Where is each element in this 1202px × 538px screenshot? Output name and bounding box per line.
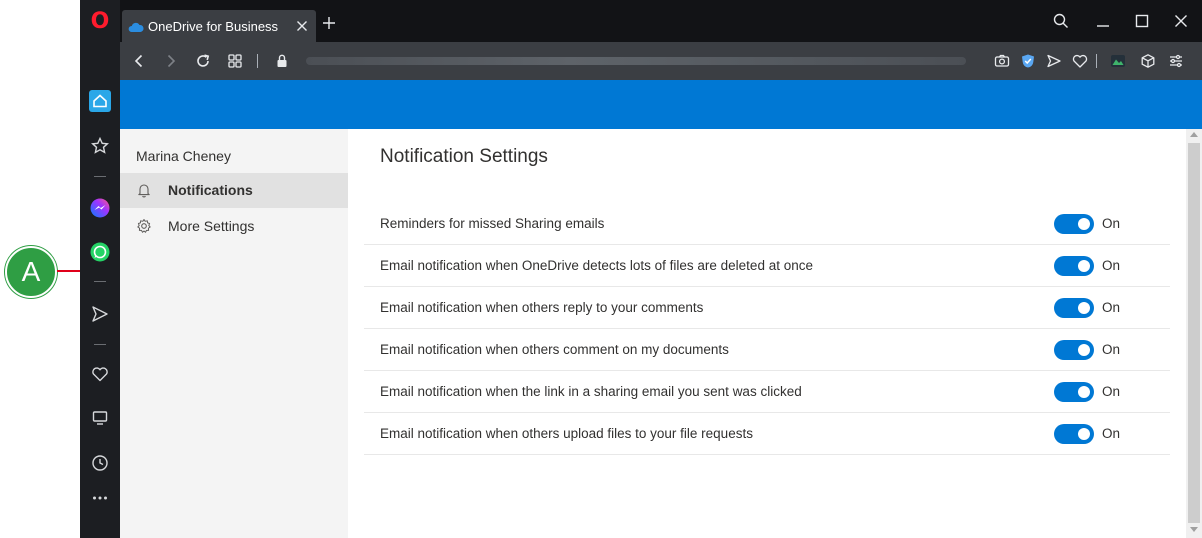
send-to-flow-icon[interactable] — [1046, 53, 1062, 69]
back-icon[interactable] — [130, 52, 148, 70]
extension-mountain-icon[interactable] — [1110, 53, 1126, 69]
onedrive-cloud-icon — [128, 20, 144, 38]
opera-sidebar: O — [80, 0, 120, 538]
lock-icon[interactable] — [273, 52, 291, 70]
screenshot-root: A O OneDrive for Business Marina Cheney … — [0, 0, 1202, 538]
toggle-switch[interactable] — [1054, 256, 1094, 276]
toggle-knob — [1078, 260, 1090, 272]
scroll-down-arrow-icon[interactable] — [1190, 527, 1198, 532]
setting-row-files-deleted: Email notification when OneDrive detects… — [364, 245, 1170, 287]
page-title: Notification Settings — [380, 146, 548, 167]
setting-label: Reminders for missed Sharing emails — [380, 216, 605, 231]
toggle-knob — [1078, 218, 1090, 230]
tab-onedrive[interactable]: OneDrive for Business — [122, 10, 316, 42]
toggle-switch[interactable] — [1054, 214, 1094, 234]
setting-label: Email notification when OneDrive detects… — [380, 258, 813, 273]
setting-label: Email notification when others reply to … — [380, 300, 704, 315]
setting-label: Email notification when others upload fi… — [380, 426, 753, 441]
tab-title: OneDrive for Business — [148, 19, 279, 34]
settings-nav-notifications[interactable]: Notifications — [120, 173, 348, 208]
settings-nav-more-settings[interactable]: More Settings — [120, 209, 348, 244]
settings-nav-label: Notifications — [168, 182, 253, 198]
new-tab-plus-icon[interactable] — [322, 16, 336, 30]
onedrive-header-banner — [120, 80, 1202, 129]
callout-badge-a: A — [5, 246, 57, 298]
setting-label: Email notification when others comment o… — [380, 342, 729, 357]
bell-icon — [136, 182, 152, 198]
settings-nav-label: More Settings — [168, 218, 255, 234]
easy-setup-sliders-icon[interactable] — [1168, 53, 1184, 69]
toggle-switch[interactable] — [1054, 340, 1094, 360]
forward-icon[interactable] — [162, 52, 180, 70]
toggle-switch[interactable] — [1054, 382, 1094, 402]
sidebar-separator — [94, 281, 106, 282]
extensions-cube-icon[interactable] — [1140, 53, 1156, 69]
toggle-knob — [1078, 386, 1090, 398]
toggle-knob — [1078, 302, 1090, 314]
toggle-state-label: On — [1102, 216, 1121, 231]
toggle-knob — [1078, 344, 1090, 356]
sidebar-separator — [94, 176, 106, 177]
sidebar-separator — [94, 344, 106, 345]
whatsapp-icon[interactable] — [88, 240, 112, 264]
close-window-icon[interactable] — [1172, 12, 1190, 30]
toggle-state-label: On — [1102, 342, 1121, 357]
maximize-icon[interactable] — [1133, 12, 1151, 30]
setting-row-reply-comments: Email notification when others reply to … — [364, 287, 1170, 329]
search-icon[interactable] — [1052, 12, 1070, 30]
home-icon[interactable] — [88, 89, 112, 113]
camera-snapshot-icon[interactable] — [994, 53, 1010, 69]
settings-nav-panel: Marina Cheney Notifications More Setting… — [120, 129, 348, 538]
setting-row-link-clicked: Email notification when the link in a sh… — [364, 371, 1170, 413]
toggle-state-label: On — [1102, 258, 1121, 273]
reload-icon[interactable] — [194, 52, 212, 70]
clock-icon[interactable] — [88, 451, 112, 475]
toggle-state-label: On — [1102, 384, 1121, 399]
history-desktop-icon[interactable] — [88, 406, 112, 430]
address-separator — [257, 54, 258, 68]
setting-row-comment-documents: Email notification when others comment o… — [364, 329, 1170, 371]
user-name: Marina Cheney — [136, 148, 231, 164]
toggle-switch[interactable] — [1054, 298, 1094, 318]
scroll-up-arrow-icon[interactable] — [1190, 132, 1198, 137]
bookmark-heart-icon[interactable] — [1072, 53, 1088, 69]
toggle-switch[interactable] — [1054, 424, 1094, 444]
tab-close-icon[interactable] — [294, 18, 310, 34]
toggle-knob — [1078, 428, 1090, 440]
minimize-icon[interactable] — [1094, 12, 1112, 30]
address-separator — [1096, 54, 1097, 68]
scrollbar-thumb[interactable] — [1188, 143, 1200, 523]
setting-label: Email notification when the link in a sh… — [380, 384, 802, 399]
toggle-state-label: On — [1102, 300, 1121, 315]
speed-dial-grid-icon[interactable] — [226, 52, 244, 70]
gear-icon — [136, 218, 152, 234]
heart-icon[interactable] — [88, 362, 112, 386]
opera-logo-icon[interactable]: O — [90, 11, 110, 33]
more-dots-icon[interactable] — [88, 486, 112, 510]
setting-row-file-requests: Email notification when others upload fi… — [364, 413, 1170, 455]
url-field-blurred[interactable] — [306, 57, 966, 65]
address-bar — [120, 42, 1202, 80]
notification-settings-panel: Notification Settings Reminders for miss… — [348, 129, 1186, 538]
vertical-scrollbar[interactable] — [1186, 129, 1202, 538]
send-icon[interactable] — [88, 302, 112, 326]
bookmarks-star-icon[interactable] — [88, 134, 112, 158]
messenger-icon[interactable] — [88, 196, 112, 220]
adblock-shield-icon[interactable] — [1020, 53, 1036, 69]
tab-bar: OneDrive for Business — [120, 0, 1202, 42]
setting-row-missed-sharing: Reminders for missed Sharing emails On — [364, 203, 1170, 245]
toggle-state-label: On — [1102, 426, 1121, 441]
